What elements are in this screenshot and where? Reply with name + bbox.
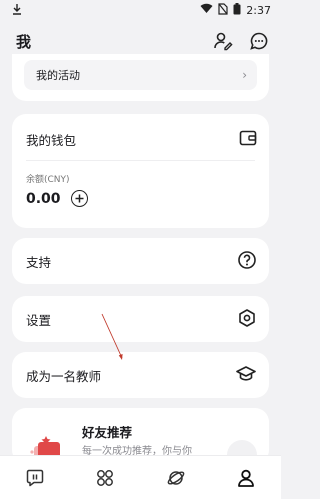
nav-explore[interactable] [156, 458, 196, 498]
help-icon [237, 250, 257, 273]
apps-icon [97, 469, 114, 486]
support-label: 支持 [26, 254, 52, 270]
become-teacher-item[interactable]: 成为一名教师 [12, 352, 269, 398]
balance-amount: 0.00 [26, 190, 61, 207]
support-item[interactable]: 支持 [12, 238, 269, 284]
my-activity-label: 我的活动 [36, 69, 80, 82]
wallet-card: 我的钱包 余额(CNY) 0.00 [12, 114, 269, 228]
clock-time: 2:37 [246, 3, 271, 17]
balance-label: 余额(CNY) [26, 175, 70, 185]
wallet-header[interactable]: 我的钱包 [12, 124, 269, 154]
graduation-cap-icon [235, 364, 257, 387]
status-bar: 2:37 [0, 0, 281, 20]
nav-chat[interactable] [15, 458, 55, 498]
balance-row: 0.00 [26, 190, 88, 207]
page-title: 我 [16, 32, 32, 51]
chevron-right-icon: › [242, 68, 247, 82]
profile-icon [237, 469, 254, 487]
chat-icon [26, 469, 44, 486]
my-activity-item[interactable]: 我的活动 › [24, 60, 257, 90]
become-teacher-label: 成为一名教师 [26, 368, 102, 384]
edit-profile-icon[interactable] [213, 31, 233, 51]
battery-icon [233, 2, 241, 18]
gear-icon [237, 308, 257, 331]
wallet-title: 我的钱包 [26, 132, 77, 148]
settings-label: 设置 [26, 312, 52, 328]
invite-title: 好友推荐 [82, 425, 133, 440]
wifi-icon [200, 3, 213, 17]
nav-apps[interactable] [85, 458, 125, 498]
settings-item[interactable]: 设置 [12, 296, 269, 342]
wallet-divider [26, 160, 255, 161]
wallet-icon [239, 130, 257, 149]
activity-card: 我的活动 › [12, 54, 269, 101]
no-sim-icon [218, 2, 228, 18]
plus-icon [75, 194, 84, 203]
planet-icon [167, 470, 184, 485]
download-icon [12, 3, 22, 18]
message-icon[interactable] [249, 31, 269, 51]
nav-profile[interactable] [226, 458, 266, 498]
bottom-nav [0, 455, 281, 499]
add-funds-button[interactable] [70, 190, 88, 207]
